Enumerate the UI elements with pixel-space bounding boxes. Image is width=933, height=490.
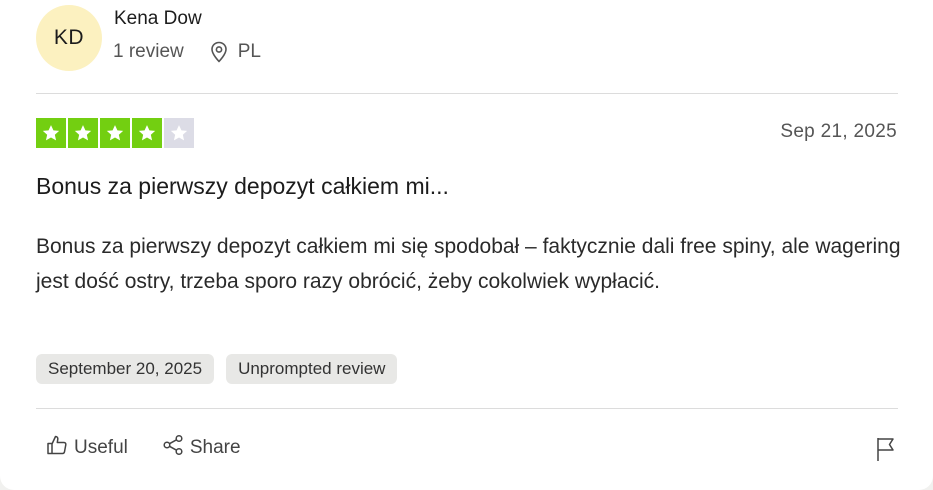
- share-icon: [162, 434, 184, 462]
- thumbs-up-icon: [46, 434, 68, 462]
- report-flag-button[interactable]: [875, 436, 897, 467]
- reviewer-meta: 1 review PL: [113, 41, 261, 63]
- review-count: 1 review: [113, 41, 184, 62]
- avatar[interactable]: KD: [36, 5, 102, 71]
- avatar-initials: KD: [53, 26, 85, 49]
- star-filled-icon: [132, 118, 162, 148]
- review-actions: Useful Share: [46, 434, 241, 462]
- star-rating: [36, 118, 194, 148]
- useful-button[interactable]: Useful: [46, 434, 128, 462]
- divider: [36, 93, 898, 94]
- reviewer-country: PL: [237, 41, 261, 62]
- flag-icon: [875, 438, 897, 466]
- useful-label: Useful: [74, 437, 128, 458]
- share-button[interactable]: Share: [162, 434, 241, 462]
- divider: [36, 408, 898, 409]
- star-filled-icon: [36, 118, 66, 148]
- review-title[interactable]: Bonus za pierwszy depozyt całkiem mi...: [36, 173, 449, 200]
- location-pin-icon: [210, 41, 228, 63]
- review-card: KD Kena Dow 1 review PL Sep 21, 2025 Bon…: [0, 0, 933, 490]
- unprompted-review-badge[interactable]: Unprompted review: [226, 354, 398, 384]
- star-filled-icon: [68, 118, 98, 148]
- reviewer-name[interactable]: Kena Dow: [114, 8, 202, 30]
- review-date: Sep 21, 2025: [780, 121, 897, 142]
- star-filled-icon: [100, 118, 130, 148]
- share-label: Share: [189, 437, 241, 458]
- experience-date-badge: September 20, 2025: [36, 354, 215, 384]
- review-body: Bonus za pierwszy depozyt całkiem mi się…: [36, 235, 901, 293]
- review-tags: September 20, 2025 Unprompted review: [36, 354, 398, 384]
- star-empty-icon: [164, 118, 194, 148]
